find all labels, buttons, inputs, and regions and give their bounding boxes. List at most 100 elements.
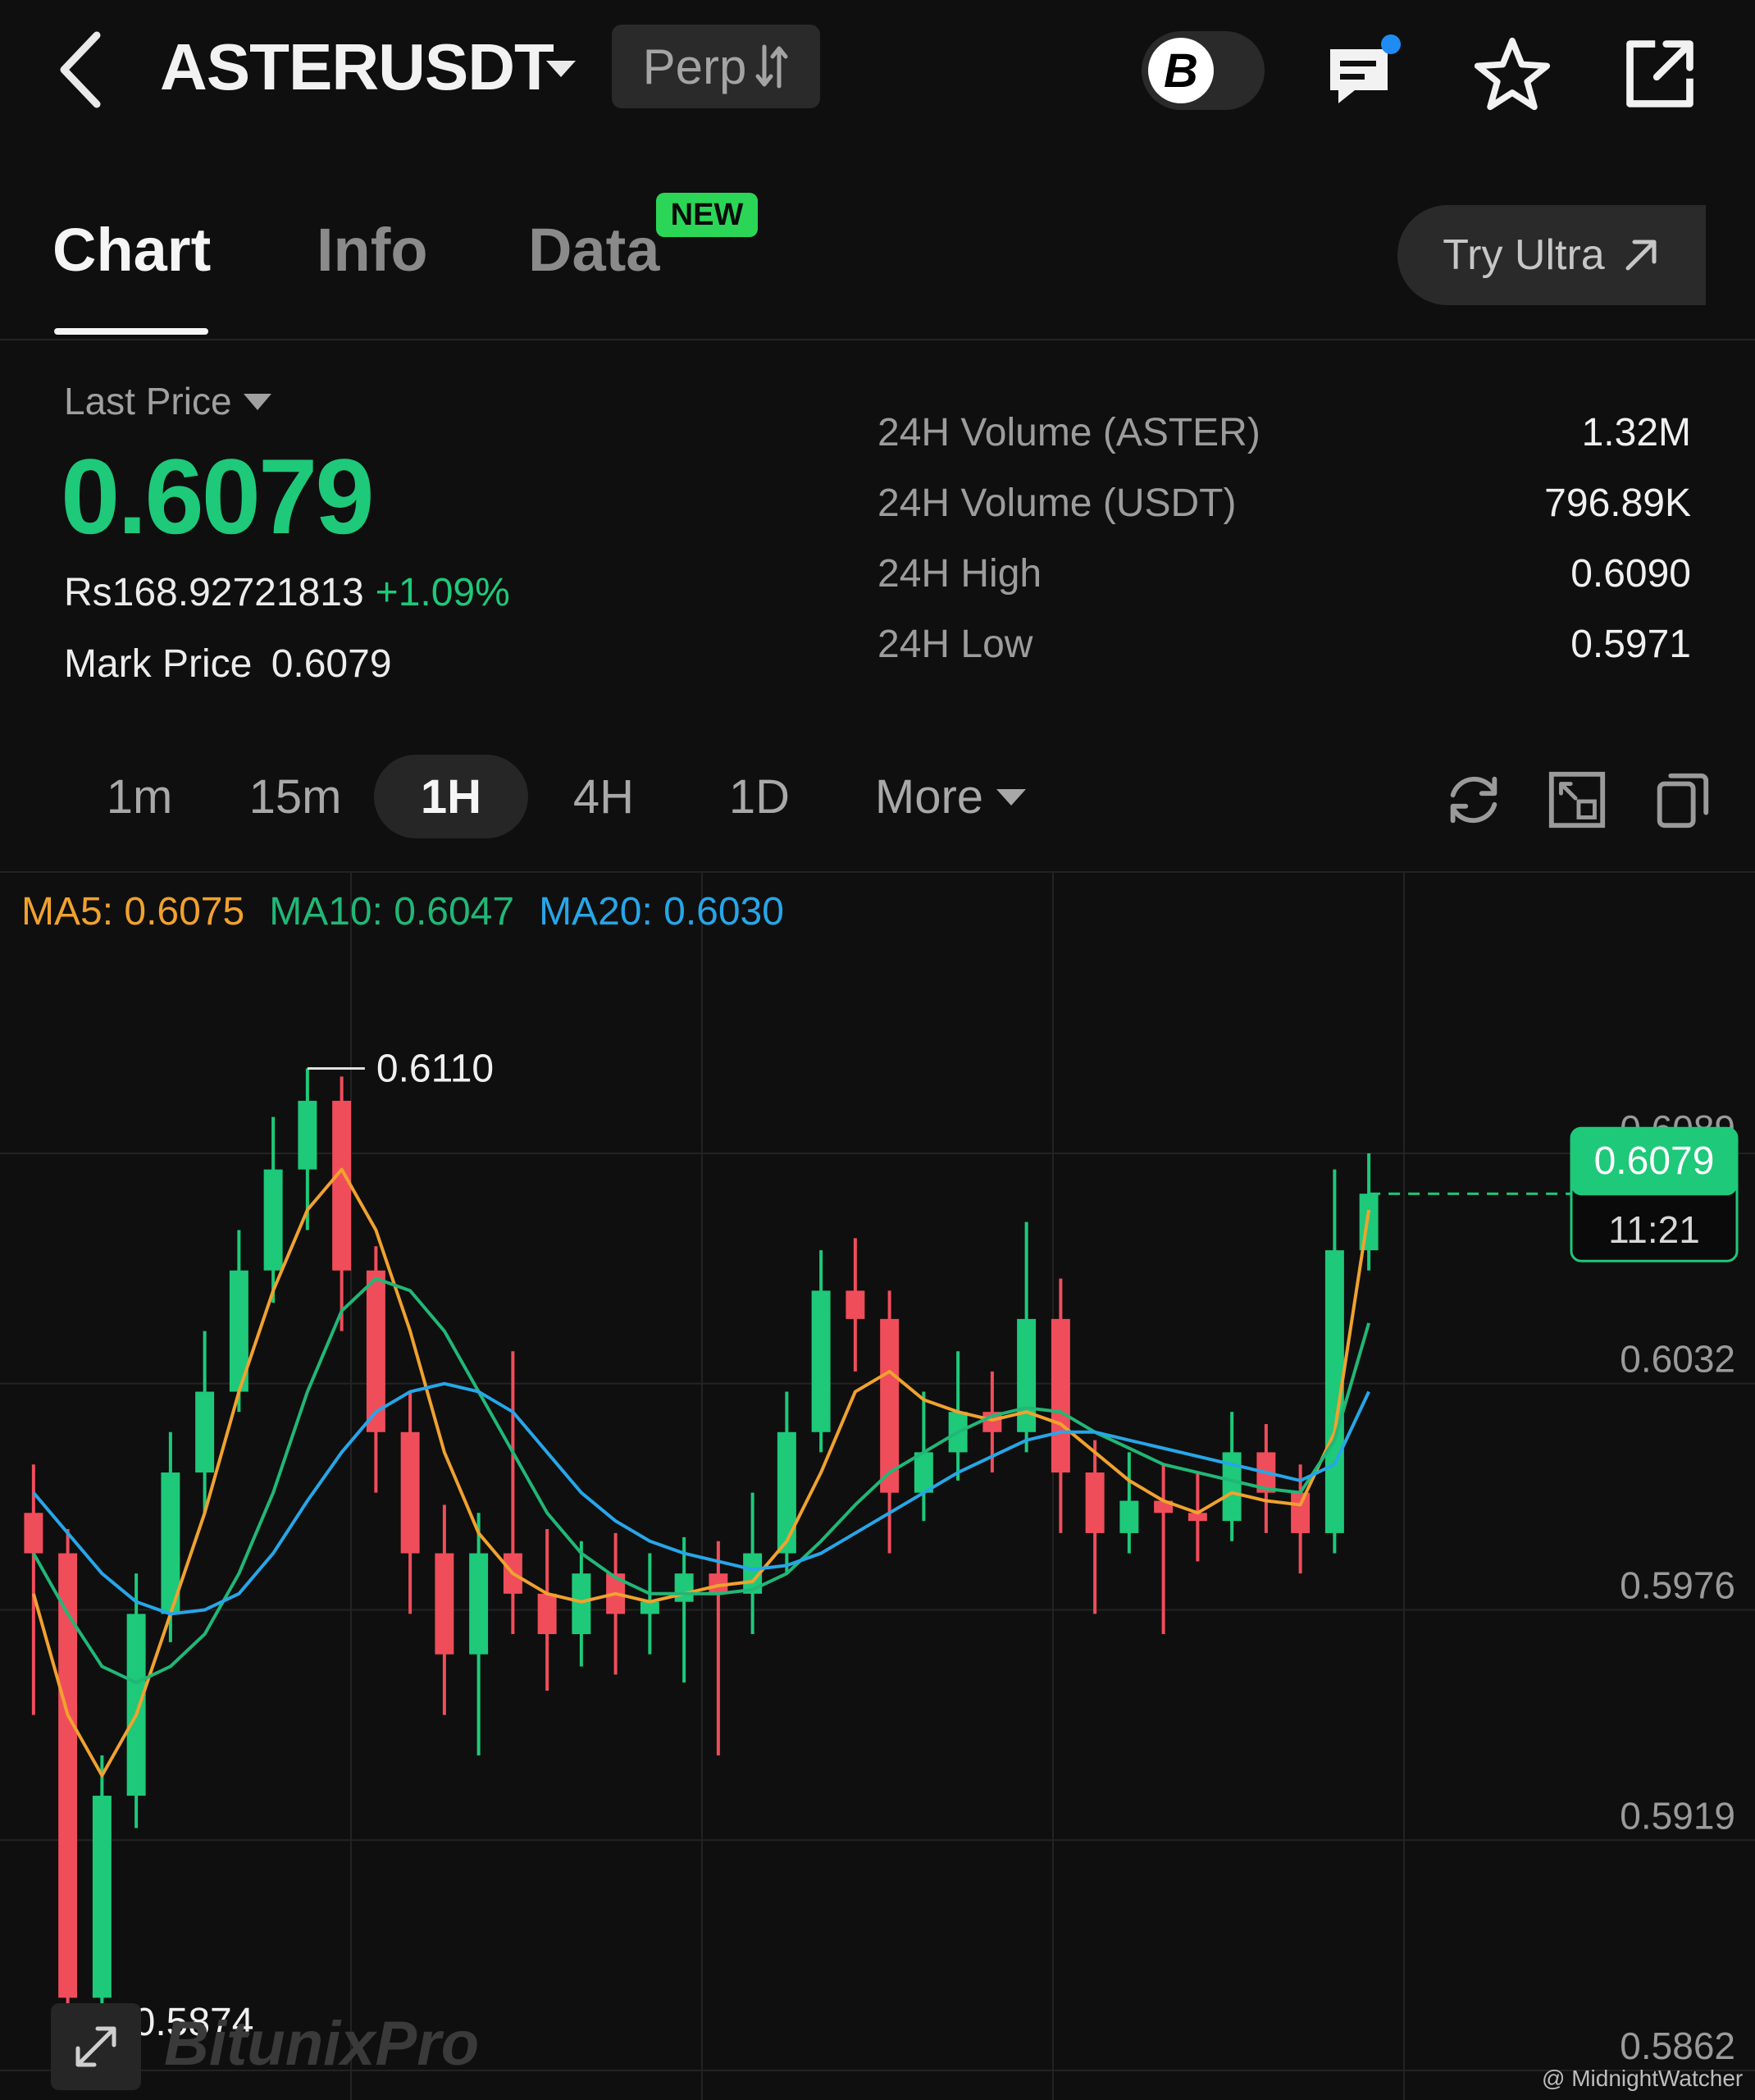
candle-up: [92, 1796, 112, 1998]
stat-label: 24H Volume (ASTER): [878, 411, 1260, 454]
indicator-icon: [1548, 771, 1606, 829]
candle-up: [298, 1100, 317, 1170]
candle-up: [126, 1614, 146, 1796]
candlestick-chart[interactable]: 0.60890.60320.59760.59190.5862 0.61100.5…: [0, 873, 1755, 2100]
refresh-icon: [1450, 776, 1497, 824]
candle-down: [880, 1318, 900, 1493]
stat-row: 24H High 0.6090: [878, 551, 1691, 596]
candle-down: [1051, 1318, 1070, 1473]
candle-up: [674, 1573, 694, 1602]
symbol-name[interactable]: ASTERUSDT: [160, 30, 554, 105]
b-toggle-knob: B: [1148, 38, 1214, 103]
price-change: +1.09%: [375, 571, 510, 614]
high-price-label: 0.6110: [376, 1048, 494, 1091]
b-mode-toggle[interactable]: B: [1142, 31, 1265, 110]
stat-label: 24H Low: [878, 623, 1033, 666]
candle-up: [469, 1553, 489, 1655]
candle-down: [537, 1593, 557, 1635]
expand-button[interactable]: [51, 2003, 141, 2090]
candle-down: [332, 1100, 352, 1271]
candlestick-chart-area[interactable]: 0.60890.60320.59760.59190.5862 0.61100.5…: [0, 871, 1755, 2100]
candle-up: [640, 1601, 659, 1614]
interval-more[interactable]: More: [853, 755, 1050, 838]
top-bar: ASTERUSDT Perp B: [0, 0, 1755, 144]
tab-data[interactable]: Data: [528, 215, 659, 285]
candle-countdown: 11:21: [1608, 1208, 1700, 1251]
candle-up: [572, 1573, 591, 1635]
swap-icon: [755, 44, 788, 89]
fiat-price-row: Rs168.92721813 +1.09%: [64, 570, 510, 615]
y-tick-label: 0.5862: [1620, 2025, 1735, 2067]
expand-icon: [75, 2026, 116, 2067]
indicator-button[interactable]: [1540, 763, 1614, 837]
back-button[interactable]: [48, 29, 113, 111]
stat-value: 796.89K: [1544, 482, 1691, 525]
candle-up: [195, 1391, 215, 1473]
stat-value: 0.6090: [1570, 552, 1691, 596]
candle-up: [1119, 1500, 1139, 1533]
interval-more-label: More: [874, 769, 984, 824]
chat-button[interactable]: [1322, 33, 1404, 115]
ma20-legend: MA20: 0.6030: [539, 890, 784, 934]
bitunix-watermark: BitunixPro: [164, 2009, 480, 2079]
candle-up: [263, 1169, 283, 1271]
candle-down: [58, 1553, 78, 1998]
stat-value: 1.32M: [1581, 411, 1691, 454]
credit-text: @ MidnightWatcher: [1542, 2066, 1744, 2091]
mark-price-value: 0.6079: [271, 642, 392, 686]
interval-1d[interactable]: 1D: [702, 755, 817, 838]
external-arrow-icon: [1625, 240, 1657, 271]
candle-down: [1085, 1472, 1105, 1533]
new-badge: NEW: [656, 193, 758, 237]
interval-4h[interactable]: 4H: [546, 755, 661, 838]
star-icon: [1474, 37, 1551, 111]
last-price-value: 0.6079: [61, 436, 375, 556]
candle-up: [1359, 1194, 1379, 1251]
back-icon: [60, 31, 101, 108]
fiat-value: Rs168.92721813: [64, 571, 364, 614]
y-tick-label: 0.5976: [1620, 1564, 1735, 1607]
candle-down: [435, 1553, 454, 1655]
y-tick-label: 0.6032: [1620, 1338, 1735, 1381]
active-tab-indicator: [54, 328, 208, 335]
candle-up: [777, 1431, 796, 1554]
interval-15m[interactable]: 15m: [230, 755, 361, 838]
stat-row: 24H Volume (ASTER) 1.32M: [878, 410, 1691, 455]
ma10-legend: MA10: 0.6047: [269, 890, 515, 934]
interval-1m[interactable]: 1m: [82, 755, 197, 838]
stat-row: 24H Volume (USDT) 796.89K: [878, 481, 1691, 526]
chat-icon: [1330, 34, 1401, 103]
stat-label: 24H Volume (USDT): [878, 482, 1237, 525]
candle-down: [400, 1431, 420, 1554]
stat-value: 0.5971: [1570, 623, 1691, 666]
tab-info[interactable]: Info: [317, 215, 428, 285]
mark-price-label: Mark Price: [64, 642, 253, 686]
current-price-text: 0.6079: [1594, 1139, 1715, 1183]
interval-1h[interactable]: 1H: [374, 755, 528, 838]
contract-type-button[interactable]: Perp: [612, 25, 820, 108]
ma5-legend: MA5: 0.6075: [21, 890, 245, 934]
try-ultra-button[interactable]: Try Ultra: [1397, 205, 1706, 305]
candle-down: [24, 1513, 43, 1554]
caret-down-icon: [243, 394, 271, 410]
mark-price-row: Mark Price 0.6079: [64, 641, 392, 687]
stat-row: 24H Low 0.5971: [878, 622, 1691, 667]
favorite-button[interactable]: [1471, 33, 1553, 115]
copy-icon: [1657, 773, 1709, 829]
tab-chart[interactable]: Chart: [52, 215, 211, 285]
candle-down: [1291, 1492, 1311, 1533]
last-price-selector[interactable]: Last Price: [64, 379, 273, 423]
share-icon: [1626, 40, 1693, 107]
y-tick-label: 0.5919: [1620, 1794, 1735, 1837]
last-price-label: Last Price: [64, 380, 232, 422]
candle-down: [846, 1290, 865, 1319]
refresh-button[interactable]: [1437, 763, 1511, 837]
contract-type-label: Perp: [642, 39, 747, 94]
candle-up: [914, 1452, 933, 1493]
copy-button[interactable]: [1645, 763, 1719, 837]
stat-label: 24H High: [878, 552, 1042, 596]
caret-down-icon: [996, 789, 1027, 806]
caret-down-icon[interactable]: [543, 51, 579, 87]
share-button[interactable]: [1619, 33, 1701, 115]
try-ultra-label: Try Ultra: [1443, 231, 1605, 279]
